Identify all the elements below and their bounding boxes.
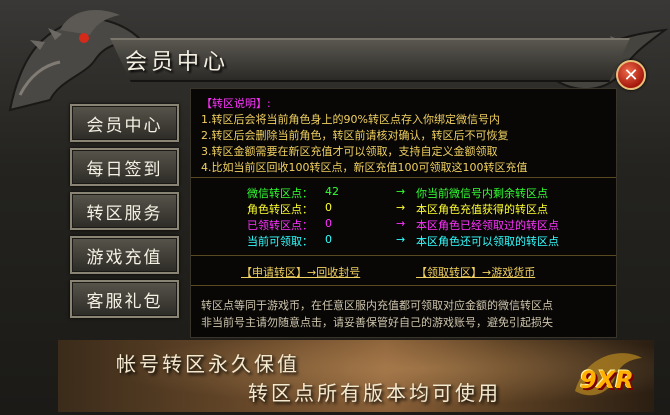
receive-transfer-link[interactable]: 【领取转区】→游戏货币 xyxy=(416,264,535,280)
logo-text: 9XR xyxy=(580,366,634,394)
rule-line: 1.转区后会将当前角色身上的90%转区点存入你绑定微信号内 xyxy=(201,113,500,126)
info-title: 【转区说明】: xyxy=(201,97,271,110)
note-line: 非当前号主请勿随意点击，请妥善保管好自己的游戏账号，避免引起损失 xyxy=(201,316,553,329)
member-center-window: 会员中心 ✕ 会员中心 每日签到 转区服务 游戏充值 客服礼包 【转区说明】: … xyxy=(0,0,670,415)
stat-value: 42 xyxy=(325,185,339,198)
stat-label: 已领转区点： xyxy=(247,219,313,232)
banner-line-1: 帐号转区永久保值 xyxy=(116,352,300,376)
stat-label: 微信转区点： xyxy=(247,187,313,200)
arrow-icon: → xyxy=(396,233,406,246)
arrow-icon: → xyxy=(396,185,406,198)
stat-desc: 本区角色充值获得的转区点 xyxy=(416,203,548,216)
stat-desc: 本区角色还可以领取的转区点 xyxy=(416,235,559,248)
sidebar-item-game-recharge[interactable]: 游戏充值 xyxy=(70,236,179,274)
divider xyxy=(191,285,616,286)
arrow-icon: → xyxy=(396,201,406,214)
rule-line: 3.转区金额需要在新区充值才可以领取，支持自定义金额领取 xyxy=(201,145,498,158)
game-logo: 9XR xyxy=(570,346,648,406)
sidebar: 会员中心 每日签到 转区服务 游戏充值 客服礼包 xyxy=(58,90,186,340)
close-icon: ✕ xyxy=(623,64,639,86)
rule-line: 2.转区后会删除当前角色，转区前请核对确认，转区后不可恢复 xyxy=(201,129,509,142)
divider xyxy=(191,177,616,178)
close-button[interactable]: ✕ xyxy=(616,60,646,90)
stat-label: 当前可领取： xyxy=(247,235,313,248)
window-title: 会员中心 xyxy=(125,50,230,75)
divider xyxy=(191,255,616,256)
sidebar-item-service-gift[interactable]: 客服礼包 xyxy=(70,280,179,318)
sidebar-item-member-center[interactable]: 会员中心 xyxy=(70,104,179,142)
stat-value: 0 xyxy=(325,233,332,246)
arrow-icon: → xyxy=(396,217,406,230)
stat-value: 0 xyxy=(325,201,332,214)
stat-label: 角色转区点： xyxy=(247,203,313,216)
stat-desc: 你当前微信号内剩余转区点 xyxy=(416,187,548,200)
stat-value: 0 xyxy=(325,217,332,230)
sidebar-item-transfer-service[interactable]: 转区服务 xyxy=(70,192,179,230)
rule-line: 4.比如当前区回收100转区点，新区充值100可领取这100转区充值 xyxy=(201,161,528,174)
promo-banner: 帐号转区永久保值 转区点所有版本均可使用 9XR xyxy=(58,340,654,412)
transfer-content-panel: 【转区说明】: 1.转区后会将当前角色身上的90%转区点存入你绑定微信号内 2.… xyxy=(190,88,617,338)
sidebar-item-daily-signin[interactable]: 每日签到 xyxy=(70,148,179,186)
apply-transfer-link[interactable]: 【申请转区】→回收封号 xyxy=(241,264,360,280)
note-line: 转区点等同于游戏币，在任意区服内充值都可领取对应金额的微信转区点 xyxy=(201,299,553,312)
stat-desc: 本区角色已经领取过的转区点 xyxy=(416,219,559,232)
banner-line-2: 转区点所有版本均可使用 xyxy=(248,381,501,405)
